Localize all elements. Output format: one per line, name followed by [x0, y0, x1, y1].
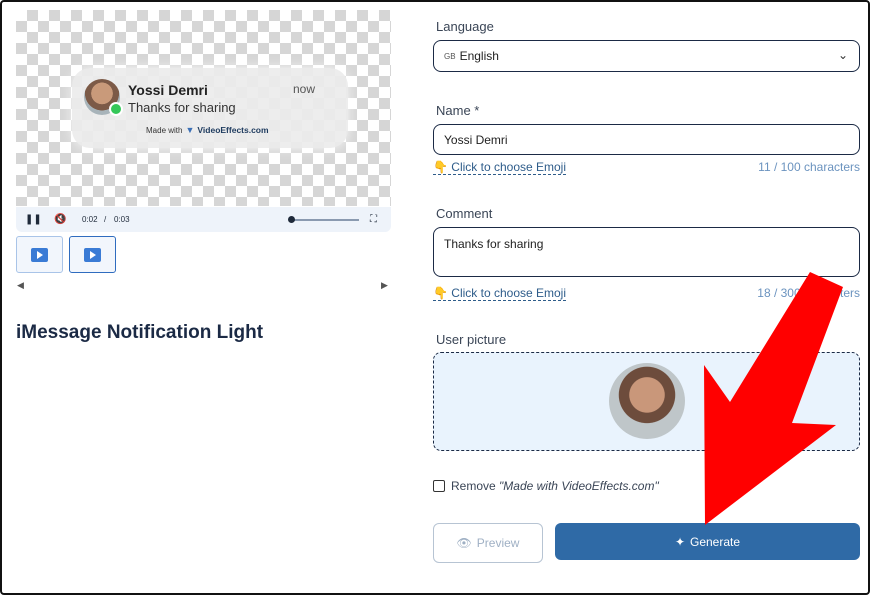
brand-text: VideoEffects.com	[197, 125, 269, 135]
remove-prefix: Remove	[451, 479, 496, 493]
user-picture-label: User picture	[436, 332, 507, 347]
videoeffects-logo-icon: ▼	[185, 125, 195, 135]
generate-button-label: Generate	[690, 534, 741, 549]
emoji-link-text: Click to choose Emoji	[451, 286, 567, 300]
language-select[interactable]: GB English ⌄	[433, 40, 860, 72]
play-icon	[84, 247, 101, 262]
time-separator: /	[104, 215, 107, 224]
user-picture-dropzone[interactable]	[433, 352, 860, 451]
mute-icon[interactable]: 🔇	[54, 214, 66, 225]
comment-emoji-link[interactable]: 👇 Click to choose Emoji	[433, 286, 567, 301]
video-preview[interactable]: Yossi Demri now Thanks for sharing Made …	[16, 10, 391, 206]
name-label: Name *	[436, 103, 480, 118]
notification-card: Yossi Demri now Thanks for sharing Made …	[72, 68, 348, 148]
comment-textarea[interactable]: Thanks for sharing	[433, 227, 860, 277]
name-emoji-link[interactable]: 👇 Click to choose Emoji	[433, 160, 567, 175]
duration: 0:03	[114, 215, 130, 224]
name-value: Yossi Demri	[444, 132, 508, 147]
name-char-counter: 11 / 100 characters	[758, 160, 860, 174]
made-with-text: Made with	[146, 125, 183, 135]
remove-watermark-checkbox[interactable]	[433, 480, 445, 492]
watermark: Made with ▼ VideoEffects.com	[146, 125, 269, 135]
play-icon	[31, 247, 48, 262]
emoji-link-text: Click to choose Emoji	[451, 160, 567, 174]
notification-name: Yossi Demri	[128, 82, 208, 98]
remove-watermark-text: "Made with VideoEffects.com"	[499, 479, 659, 493]
notification-time: now	[293, 82, 316, 96]
remove-watermark-label[interactable]: Remove "Made with VideoEffects.com"	[451, 479, 659, 493]
messages-badge-icon	[109, 102, 123, 116]
chevron-down-icon: ⌄	[837, 48, 848, 62]
avatar	[84, 79, 123, 116]
preview-button-label: Preview	[476, 536, 520, 550]
generate-button[interactable]: ✦ Generate	[555, 523, 860, 560]
sparkle-icon: ✦	[674, 534, 685, 549]
comment-char-counter: 18 / 300 characters	[757, 286, 860, 300]
eye-icon: 👁	[456, 536, 472, 550]
notification-message: Thanks for sharing	[128, 100, 236, 115]
fullscreen-icon[interactable]: ⛶	[370, 214, 377, 225]
scroll-left-icon[interactable]: ◀	[17, 280, 24, 291]
volume-handle[interactable]	[288, 216, 295, 223]
volume-slider[interactable]	[291, 219, 359, 221]
thumbnail-2[interactable]	[69, 236, 116, 273]
effect-title: iMessage Notification Light	[16, 322, 264, 343]
name-input[interactable]: Yossi Demri	[433, 124, 860, 155]
language-label: Language	[436, 19, 494, 34]
current-time: 0:02	[82, 215, 98, 224]
thumbnail-1[interactable]	[16, 236, 63, 273]
user-picture	[609, 363, 685, 439]
scroll-right-icon[interactable]: ▶	[381, 280, 388, 291]
preview-button[interactable]: 👁 Preview	[433, 523, 543, 563]
pointing-hand-icon: 👇	[433, 160, 448, 174]
pointing-hand-icon: 👇	[433, 286, 448, 300]
language-value: English	[459, 49, 499, 63]
video-controls: ❚❚ 🔇 0:02 / 0:03 ⛶	[16, 207, 391, 232]
pause-icon[interactable]: ❚❚	[25, 214, 42, 225]
comment-value: Thanks for sharing	[444, 237, 544, 251]
gb-flag-icon: GB	[444, 51, 456, 61]
comment-label: Comment	[436, 206, 493, 221]
